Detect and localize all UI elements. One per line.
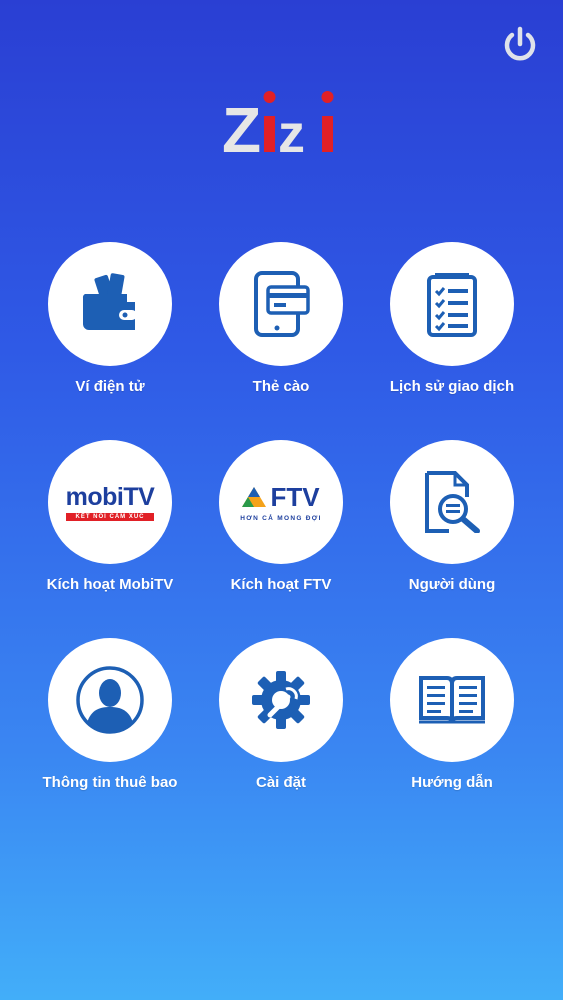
mobitv-logo: mobiTV KẾT NỐI CẢM XÚC [65,483,155,521]
menu-item-guide[interactable]: Hướng dẫn [367,638,537,794]
menu-item-label: Thông tin thuê bao [42,774,178,791]
menu-item-label: Hướng dẫn [411,774,493,791]
wallet-icon [82,273,137,330]
menu-item-activate-mobitv[interactable]: mobiTV KẾT NỐI CẢM XÚC Kích hoạt MobiTV [25,440,195,596]
checklist-icon-circle [390,242,514,366]
ftv-tagline: HƠN CẢ MONG ĐỢI [240,515,322,522]
menu-item-wallet[interactable]: Ví điện tử [25,242,195,398]
user-profile-icon-circle [48,638,172,762]
menu-item-label: Người dùng [408,576,496,593]
app-logo: Z z [222,82,344,166]
menu-item-label: Kích hoạt MobiTV [46,576,174,593]
settings-gear-icon [252,671,310,729]
user-profile-icon [76,666,144,734]
menu-item-label: Kích hoạt FTV [230,576,332,593]
menu-item-label: Cài đặt [255,774,306,791]
ftv-logo: FTV HƠN CẢ MONG ĐỢI [240,482,322,522]
menu-item-scratch-card[interactable]: Thẻ cào [196,242,366,398]
menu-item-label: Lịch sử giao dịch [389,378,515,395]
menu-item-activate-ftv[interactable]: FTV HƠN CẢ MONG ĐỢI Kích hoạt FTV [196,440,366,596]
power-icon [504,26,536,61]
wallet-icon-circle [48,242,172,366]
mobitv-tagline: KẾT NỐI CẢM XÚC [65,513,155,521]
menu-item-subscriber-info[interactable]: Thông tin thuê bao [25,638,195,794]
card-tablet-icon [254,271,310,337]
ftv-logo-circle: FTV HƠN CẢ MONG ĐỢI [219,440,343,564]
open-book-icon-circle [390,638,514,762]
ftv-logo-text: FTV [270,482,320,512]
svg-text:Z: Z [222,94,261,158]
settings-icon-circle [219,638,343,762]
menu-item-settings[interactable]: Cài đặt [196,638,366,794]
ftv-mark-icon [242,486,267,507]
mobitv-logo-text: mobiTV [65,483,155,511]
document-search-icon-circle [390,440,514,564]
menu-item-label: Ví điện tử [75,378,145,395]
document-search-icon [425,471,480,533]
svg-text:z: z [278,104,305,158]
menu-item-label: Thẻ cào [252,378,310,395]
menu-item-users[interactable]: Người dùng [367,440,537,596]
card-icon-circle [219,242,343,366]
mobitv-logo-circle: mobiTV KẾT NỐI CẢM XÚC [48,440,172,564]
open-book-icon [419,676,485,724]
power-button[interactable] [500,24,540,64]
checklist-icon [427,273,477,337]
menu-item-transaction-history[interactable]: Lịch sử giao dịch [367,242,537,398]
